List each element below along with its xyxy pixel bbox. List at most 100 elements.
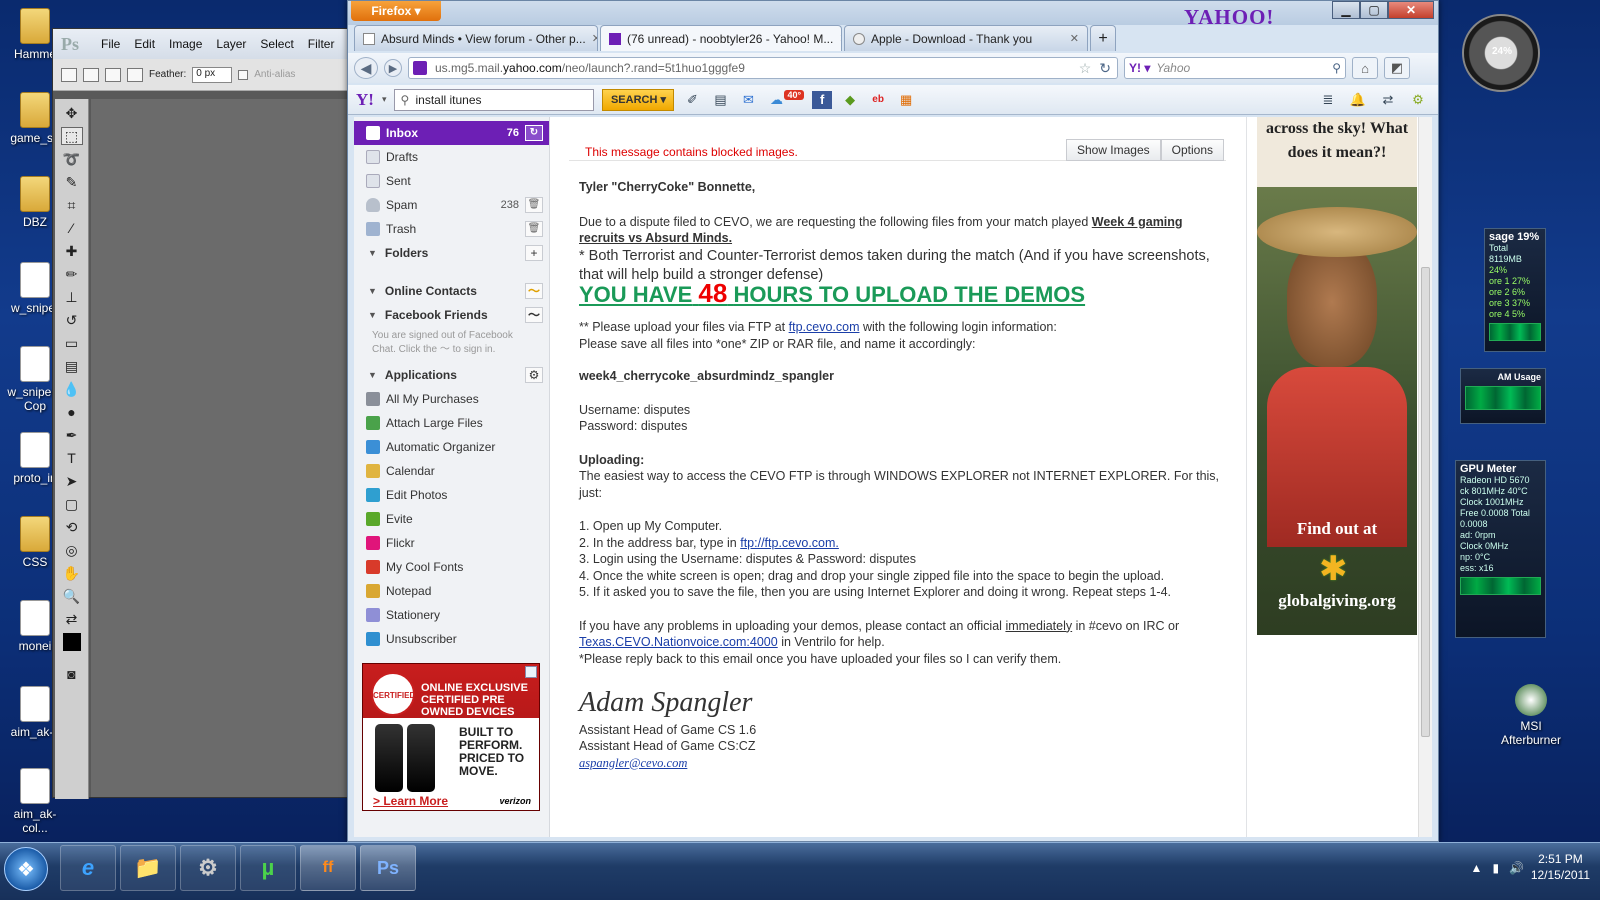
3d-rotate-icon[interactable]: ⟲ xyxy=(61,518,83,536)
taskbar-clock[interactable]: 2:51 PM 12/15/2011 xyxy=(1531,851,1590,883)
dodge-tool-icon[interactable]: ● xyxy=(61,403,83,421)
notifications-bell-icon[interactable]: 🔔 xyxy=(1348,91,1368,109)
tab-close-icon[interactable]: ✕ xyxy=(592,32,597,45)
menu-edit[interactable]: Edit xyxy=(134,37,155,51)
sidebar-app-unsubscriber[interactable]: Unsubscriber xyxy=(354,627,549,651)
section-applications[interactable]: ▼ Applications ⚙ xyxy=(354,363,549,387)
swap-colors-icon[interactable]: ⇄ xyxy=(61,610,83,628)
taskbar-photoshop[interactable]: Ps xyxy=(360,845,416,891)
menu-filter[interactable]: Filter xyxy=(308,37,335,51)
menu-layer[interactable]: Layer xyxy=(216,37,246,51)
sidebar-item-trash[interactable]: Trash 🗑 xyxy=(354,217,549,241)
maximize-button[interactable]: ▢ xyxy=(1360,1,1388,19)
tab-yahoo-mail[interactable]: (76 unread) - noobtyler26 - Yahoo! M... … xyxy=(600,25,842,51)
games-icon[interactable]: ◆ xyxy=(840,91,860,109)
tab-close-icon[interactable]: ✕ xyxy=(839,32,841,45)
selection-mode-subtract[interactable] xyxy=(127,67,143,82)
ebay-icon[interactable]: eb xyxy=(868,91,888,109)
sidebar-app-my-cool-fonts[interactable]: My Cool Fonts xyxy=(354,555,549,579)
yahoo-search-button[interactable]: SEARCH ▾ xyxy=(602,88,675,111)
tab-close-icon[interactable]: ✕ xyxy=(1070,32,1079,45)
sidebar-app-automatic-organizer[interactable]: Automatic Organizer xyxy=(354,435,549,459)
type-tool-icon[interactable]: T xyxy=(61,449,83,467)
yahoo-toolbar-logo[interactable]: Y! xyxy=(356,90,374,110)
yahoo-toolbar-search-input[interactable]: install itunes xyxy=(394,88,595,111)
gradient-tool-icon[interactable]: ▤ xyxy=(61,357,83,375)
new-tab-button[interactable]: + xyxy=(1090,25,1116,51)
list-view-icon[interactable]: ≣ xyxy=(1318,91,1338,109)
applications-settings-gear-icon[interactable]: ⚙ xyxy=(525,367,543,383)
sidebar-app-evite[interactable]: Evite xyxy=(354,507,549,531)
yahoo-search-engine-icon[interactable]: Y! ▾ xyxy=(1129,61,1150,75)
learn-more-link[interactable]: > Learn More xyxy=(373,794,448,808)
section-folders[interactable]: ▼ Folders + xyxy=(354,241,549,265)
taskbar-internet-explorer[interactable]: e xyxy=(60,845,116,891)
signature-email-link[interactable]: aspangler@cevo.com xyxy=(579,756,687,770)
clone-stamp-icon[interactable]: ⊥ xyxy=(61,288,83,306)
sidebar-item-sent[interactable]: Sent xyxy=(354,169,549,193)
minimize-button[interactable]: ▁ xyxy=(1332,1,1360,19)
taskbar-utorrent[interactable]: µ xyxy=(240,845,296,891)
status-icon[interactable]: 〜 xyxy=(525,283,543,299)
selection-mode-add[interactable] xyxy=(105,67,121,82)
sidebar-app-notepad[interactable]: Notepad xyxy=(354,579,549,603)
3d-orbit-icon[interactable]: ◎ xyxy=(61,541,83,559)
sync-arrows-icon[interactable]: ⇄ xyxy=(1378,91,1398,109)
address-bar[interactable]: us.mg5.mail.yahoo.com/neo/launch?.rand=5… xyxy=(408,57,1118,79)
gift-icon[interactable]: ▦ xyxy=(896,91,916,109)
eyedropper-tool-icon[interactable]: ⁄ xyxy=(61,219,83,237)
immediately-link[interactable]: immediately xyxy=(1005,619,1072,633)
move-tool-icon[interactable]: ✥ xyxy=(61,104,83,122)
ftp-address-link[interactable]: ftp://ftp.cevo.com. xyxy=(740,536,839,550)
scrollbar-thumb[interactable] xyxy=(1421,267,1430,737)
reload-icon[interactable]: ↻ xyxy=(1099,60,1117,77)
firefox-menu-button[interactable]: Firefox ▾ xyxy=(351,1,441,21)
addon-button[interactable]: ◩ xyxy=(1384,57,1410,79)
brush-tool-icon[interactable]: ✏ xyxy=(61,265,83,283)
tab-absurd-minds[interactable]: Absurd Minds • View forum - Other p... ✕ xyxy=(354,25,598,51)
home-button[interactable]: ⌂ xyxy=(1352,57,1378,79)
facebook-signin-icon[interactable]: 〜 xyxy=(525,307,543,323)
options-button[interactable]: Options xyxy=(1160,139,1224,161)
ad-choices-icon[interactable] xyxy=(525,666,537,678)
page-scrollbar[interactable] xyxy=(1418,117,1432,837)
volume-icon[interactable]: 🔊 xyxy=(1509,861,1524,875)
facebook-icon[interactable]: f xyxy=(812,90,833,109)
selection-mode-new[interactable] xyxy=(83,67,99,82)
lasso-tool-icon[interactable]: ➰ xyxy=(61,150,83,168)
show-hidden-icons[interactable]: ▲ xyxy=(1471,861,1483,875)
sidebar-item-spam[interactable]: Spam 238 🗑 xyxy=(354,193,549,217)
taskbar-steam[interactable]: ⚙ xyxy=(180,845,236,891)
menu-image[interactable]: Image xyxy=(169,37,202,51)
section-facebook-friends[interactable]: ▼ Facebook Friends 〜 xyxy=(354,303,549,327)
history-brush-icon[interactable]: ↺ xyxy=(61,311,83,329)
sidebar-app-calendar[interactable]: Calendar xyxy=(354,459,549,483)
verizon-ad[interactable]: CERTIFIED ONLINE EXCLUSIVE CERTIFIED PRE… xyxy=(362,663,540,811)
mail-icon[interactable]: ✉ xyxy=(738,91,758,109)
quick-select-tool-icon[interactable]: ✎ xyxy=(61,173,83,191)
browser-search-bar[interactable]: Y! ▾ Yahoo ⚲ xyxy=(1124,57,1346,79)
highlight-icon[interactable]: ✐ xyxy=(682,91,702,109)
sidebar-item-drafts[interactable]: Drafts xyxy=(354,145,549,169)
blur-tool-icon[interactable]: 💧 xyxy=(61,380,83,398)
zoom-tool-icon[interactable]: 🔍 xyxy=(61,587,83,605)
globalgiving-ad[interactable]: across the sky! What does it mean?! Find… xyxy=(1257,117,1417,635)
empty-trash-icon[interactable]: 🗑 xyxy=(525,221,543,237)
hand-tool-icon[interactable]: ✋ xyxy=(61,564,83,582)
back-button[interactable]: ◀ xyxy=(354,57,378,79)
sidebar-app-all-my-purchases[interactable]: All My Purchases xyxy=(354,387,549,411)
close-button[interactable]: ✕ xyxy=(1388,1,1434,19)
menu-file[interactable]: File xyxy=(101,37,120,51)
sidebar-app-edit-photos[interactable]: Edit Photos xyxy=(354,483,549,507)
chevron-down-icon[interactable]: ▾ xyxy=(382,94,387,105)
desktop-icon-msi-afterburner[interactable]: MSI Afterburner xyxy=(1496,684,1566,747)
marquee-tool-option[interactable] xyxy=(61,67,77,82)
taskbar-explorer[interactable]: 📁 xyxy=(120,845,176,891)
tab-apple-download[interactable]: Apple - Download - Thank you ✕ xyxy=(844,25,1088,51)
empty-spam-icon[interactable]: 🗑 xyxy=(525,197,543,213)
sidebar-app-attach-large-files[interactable]: Attach Large Files xyxy=(354,411,549,435)
bookmark-star-icon[interactable]: ☆ xyxy=(1079,60,1092,77)
sidebar-app-stationery[interactable]: Stationery xyxy=(354,603,549,627)
pen-tool-icon[interactable]: ✒ xyxy=(61,426,83,444)
start-button[interactable]: ❖ xyxy=(4,847,48,891)
